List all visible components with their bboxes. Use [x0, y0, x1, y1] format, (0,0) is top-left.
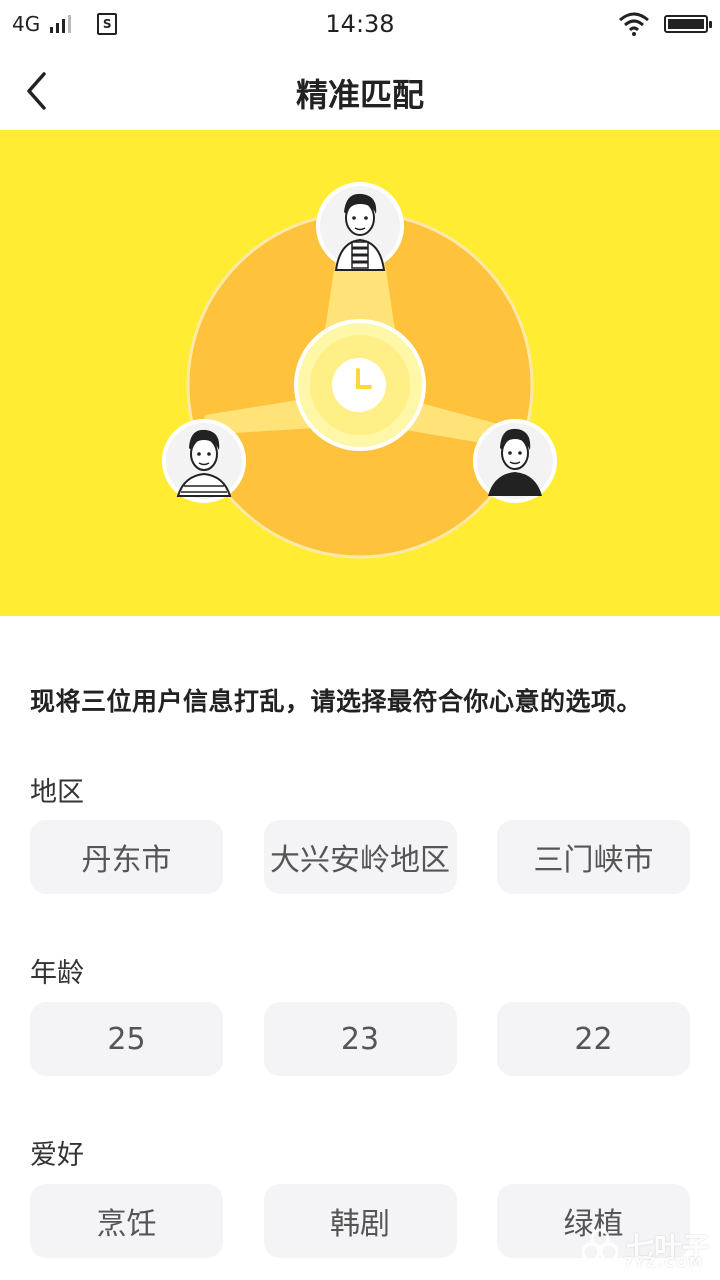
match-wheel-graphic — [162, 182, 557, 559]
battery-icon — [664, 15, 712, 33]
status-bar: 4G S 14:38 — [0, 0, 720, 52]
watermark: 七叶子 7YZ.COM — [580, 1226, 710, 1271]
options-age: 25 23 22 — [30, 1002, 690, 1076]
status-right — [618, 12, 712, 36]
nav-bar: 精准匹配 — [0, 52, 720, 130]
option-hobby-1[interactable]: 烹饪 — [30, 1184, 223, 1258]
group-label-age: 年龄 — [30, 958, 84, 989]
status-time: 14:38 — [325, 10, 395, 38]
option-region-3[interactable]: 三门峡市 — [497, 820, 690, 894]
option-hobby-2[interactable]: 韩剧 — [263, 1184, 457, 1258]
wifi-icon — [619, 12, 649, 36]
page-title: 精准匹配 — [295, 76, 424, 114]
instruction-text: 现将三位用户信息打乱，请选择最符合你心意的选项。 — [30, 687, 643, 716]
group-label-region: 地区 — [30, 777, 84, 808]
option-region-1[interactable]: 丹东市 — [30, 820, 223, 894]
avatar-top-icon — [316, 182, 404, 271]
avatar-right-icon — [473, 419, 557, 503]
option-age-3[interactable]: 22 — [497, 1002, 690, 1076]
leaf-logo-icon — [581, 1228, 619, 1262]
option-age-2[interactable]: 23 — [263, 1002, 457, 1076]
hero-illustration — [0, 130, 720, 616]
option-region-2[interactable]: 大兴安岭地区 — [263, 820, 457, 894]
clock-icon — [332, 358, 386, 412]
watermark-sub: 7YZ.COM — [623, 1256, 704, 1271]
option-age-1[interactable]: 25 — [30, 1002, 223, 1076]
options-region: 丹东市 大兴安岭地区 三门峡市 — [30, 820, 690, 894]
group-label-hobby: 爱好 — [30, 1140, 84, 1171]
avatar-left-icon — [162, 419, 246, 503]
